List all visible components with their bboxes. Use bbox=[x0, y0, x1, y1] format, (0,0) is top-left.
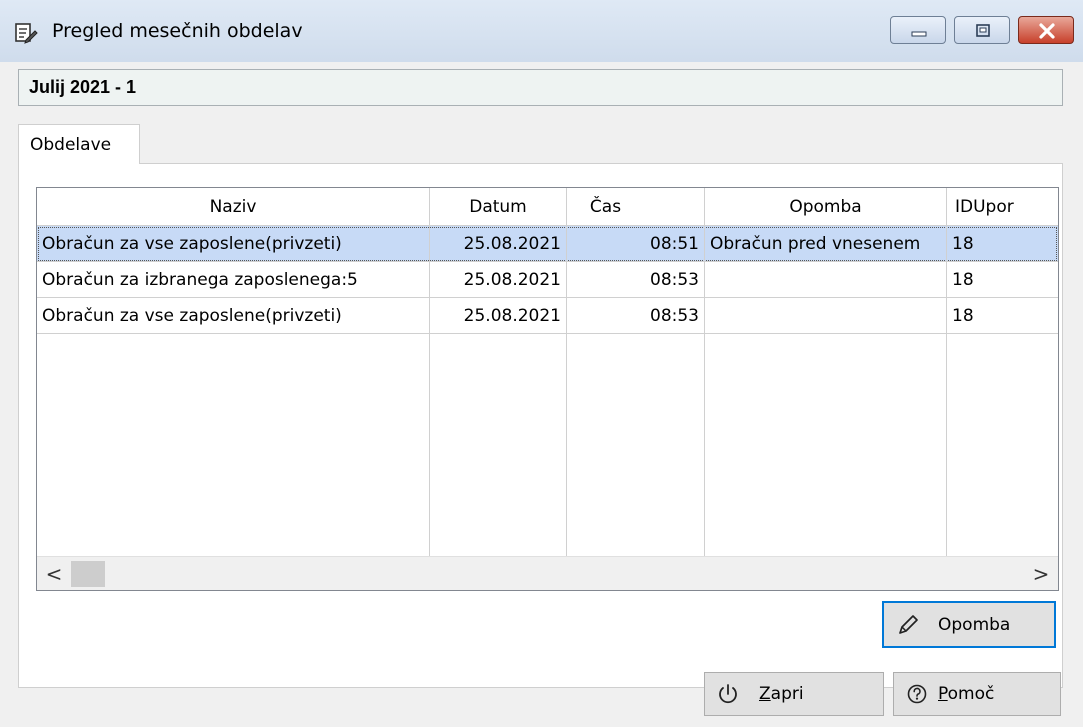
cell-cas: 08:53 bbox=[567, 298, 705, 334]
cell-opomba: Obračun pred vnesenem bbox=[705, 226, 947, 262]
pomoc-button[interactable]: Pomoč bbox=[893, 672, 1061, 716]
pomoc-button-label: Pomoč bbox=[938, 673, 994, 715]
opomba-button-label: Opomba bbox=[938, 615, 1011, 635]
scroll-right-icon[interactable]: > bbox=[1024, 557, 1058, 590]
close-icon bbox=[1039, 23, 1055, 39]
opomba-button[interactable]: Opomba bbox=[882, 601, 1056, 648]
restore-icon bbox=[976, 24, 990, 37]
pomoc-mnemonic: P bbox=[938, 684, 948, 704]
cell-cas: 08:51 bbox=[567, 226, 705, 262]
maximize-button[interactable] bbox=[954, 16, 1010, 44]
document-edit-icon bbox=[14, 22, 38, 44]
column-divider bbox=[429, 334, 430, 556]
column-header-opomba[interactable]: Opomba bbox=[705, 188, 947, 226]
column-header-idupor[interactable]: IDUpor bbox=[947, 188, 1058, 226]
column-header-naziv[interactable]: Naziv bbox=[37, 188, 430, 226]
column-header-cas[interactable]: Čas bbox=[567, 188, 705, 226]
cell-naziv: Obračun za izbranega zaposlenega:5 bbox=[37, 262, 430, 298]
minimize-icon bbox=[911, 31, 927, 37]
cell-cas: 08:53 bbox=[567, 262, 705, 298]
title-bar[interactable]: Pregled mesečnih obdelav bbox=[0, 0, 1083, 62]
zapri-button-label: Zapri bbox=[759, 673, 804, 715]
scroll-thumb[interactable] bbox=[71, 561, 105, 587]
cell-idupor: 18 bbox=[947, 298, 1058, 334]
close-button[interactable] bbox=[1018, 16, 1074, 44]
scroll-left-icon[interactable]: < bbox=[37, 557, 71, 590]
tab-obdelave[interactable]: Obdelave bbox=[18, 124, 140, 164]
processing-table: Naziv Datum Čas Opomba IDUpor Obračun za… bbox=[36, 187, 1059, 591]
window-title: Pregled mesečnih obdelav bbox=[52, 20, 303, 42]
column-divider bbox=[566, 334, 567, 556]
cell-datum: 25.08.2021 bbox=[430, 298, 567, 334]
cell-datum: 25.08.2021 bbox=[430, 262, 567, 298]
column-divider bbox=[946, 334, 947, 556]
dialog-window: Pregled mesečnih obdelav Julij 2021 - 1 … bbox=[0, 0, 1083, 727]
cell-opomba bbox=[705, 262, 947, 298]
tab-label: Obdelave bbox=[30, 135, 112, 155]
table-row[interactable]: Obračun za vse zaposlene(privzeti) 25.08… bbox=[37, 226, 1058, 262]
pencil-icon bbox=[899, 615, 918, 634]
minimize-button[interactable] bbox=[890, 16, 946, 44]
zapri-mnemonic: Z bbox=[759, 684, 771, 704]
cell-opomba bbox=[705, 298, 947, 334]
cell-naziv: Obračun za vse zaposlene(privzeti) bbox=[37, 298, 430, 334]
zapri-label-rest: apri bbox=[770, 684, 804, 704]
cell-idupor: 18 bbox=[947, 262, 1058, 298]
cell-datum: 25.08.2021 bbox=[430, 226, 567, 262]
table-row[interactable]: Obračun za izbranega zaposlenega:5 25.08… bbox=[37, 262, 1058, 298]
column-header-datum[interactable]: Datum bbox=[430, 188, 567, 226]
cell-naziv: Obračun za vse zaposlene(privzeti) bbox=[37, 226, 430, 262]
period-header: Julij 2021 - 1 bbox=[18, 69, 1063, 106]
period-label: Julij 2021 - 1 bbox=[29, 77, 137, 97]
column-divider bbox=[704, 334, 705, 556]
cell-idupor: 18 bbox=[947, 226, 1058, 262]
zapri-button[interactable]: Zapri bbox=[704, 672, 884, 716]
table-row[interactable]: Obračun za vse zaposlene(privzeti) 25.08… bbox=[37, 298, 1058, 334]
horizontal-scrollbar[interactable]: < > bbox=[37, 556, 1058, 590]
pomoc-label-rest: omoč bbox=[947, 684, 995, 704]
power-icon bbox=[719, 684, 737, 704]
help-icon bbox=[907, 684, 927, 704]
